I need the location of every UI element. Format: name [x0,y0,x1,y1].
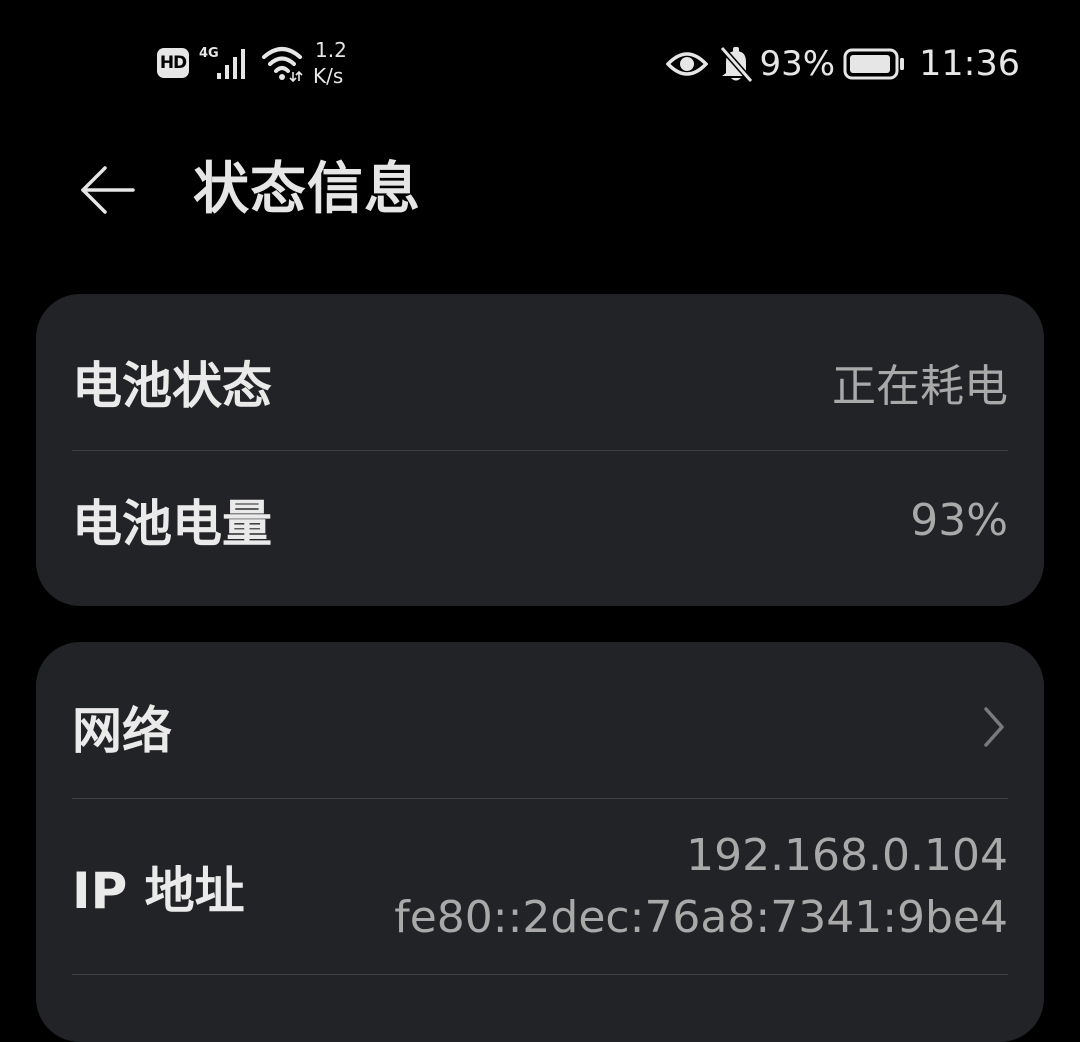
divider [72,798,1008,799]
battery-level-label: 电池电量 [72,495,272,553]
network-speed: 1.2 K/s [313,37,347,89]
battery-status-row: 电池状态 正在耗电 [72,314,1008,450]
status-bar-right: 93% 11:36 [665,40,1020,88]
bell-off-icon [719,46,753,83]
speed-value: 1.2 [315,38,347,62]
arrow-left-icon [81,166,135,214]
battery-icon [843,48,905,80]
hd-voice-badge: HD [157,48,189,78]
ipv6-address: fe80::2dec:76a8:7341:9be4 [394,892,1008,943]
eye-icon [665,52,708,76]
ip-address-values: 192.168.0.104 fe80::2dec:76a8:7341:9be4 [394,825,1008,949]
speed-unit: K/s [313,64,344,88]
network-card: 网络 IP 地址 192.168.0.104 fe80::2dec:76a8:7… [36,642,1044,1042]
battery-percent: 93% [759,44,836,84]
signal-bars [217,49,245,79]
divider [72,974,1008,975]
battery-level-row: 电池电量 93% [72,452,1008,588]
ip-address-label: IP 地址 [72,862,245,920]
network-label: 网络 [72,702,172,760]
status-bar-left: HD 4G 1.2 K/s [157,38,347,88]
battery-status-value: 正在耗电 [832,361,1008,412]
divider [72,450,1008,451]
battery-card: 电池状态 正在耗电 电池电量 93% [36,294,1044,606]
cell-signal-icon: 4G [199,43,247,83]
wifi-icon [262,47,303,83]
page-title: 状态信息 [193,157,421,222]
network-row[interactable]: 网络 [72,656,1008,798]
title-bar: 状态信息 [0,140,1080,240]
battery-status-label: 电池状态 [72,357,272,415]
ip-address-row: IP 地址 192.168.0.104 fe80::2dec:76a8:7341… [72,812,1008,962]
back-button[interactable] [62,152,152,228]
ipv4-address: 192.168.0.104 [686,830,1008,881]
chevron-right-icon [984,707,1004,747]
clock: 11:36 [919,44,1020,84]
battery-level-value: 93% [910,494,1008,546]
status-bar: HD 4G 1.2 K/s 93% 11:36 [0,0,1080,125]
